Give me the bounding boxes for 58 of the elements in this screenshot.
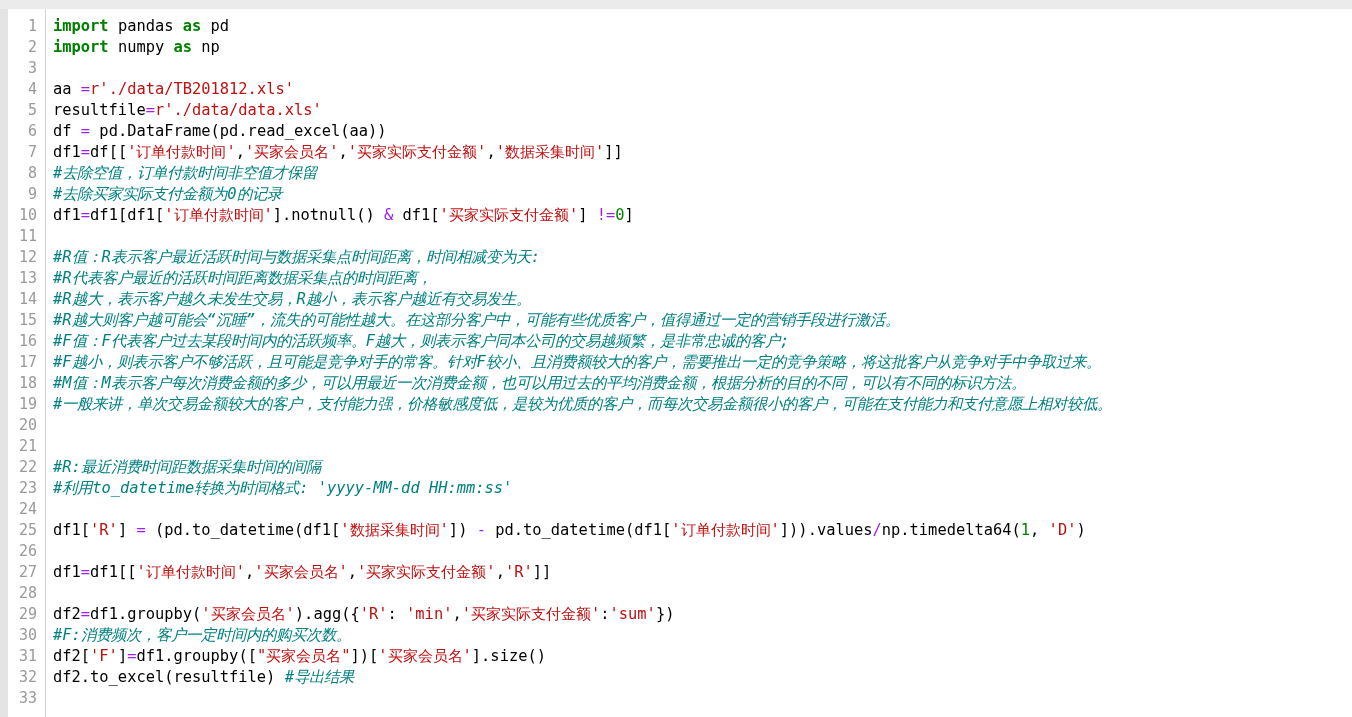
line-number: 10 <box>17 205 38 226</box>
code-line: df1=df[['订单付款时间','买家会员名','买家实际支付金额','数据采集时间']] <box>53 142 624 163</box>
code-line: #R越大则客户越可能会“沉睡”，流失的可能性越大。在这部分客户中，可能有些优质客户，值得通过一定的营销手段进行激活。 <box>53 310 902 331</box>
code-line: aa =r'./data/TB201812.xls' <box>53 79 295 100</box>
code-line: df1=df1[df1['订单付款时间'].notnull() & df1['买家实际支付金额'] !=0] <box>53 205 635 226</box>
code-line: df = pd.DataFrame(pd.read_excel(aa)) <box>53 121 388 142</box>
code-line: import numpy as np <box>53 37 221 58</box>
line-number: 20 <box>17 415 38 436</box>
line-number: 16 <box>17 331 38 352</box>
code-line: #R越大，表示客户越久未发生交易，R越小，表示客户越近有交易发生。 <box>53 289 532 310</box>
code-line: #一般来讲，单次交易金额较大的客户，支付能力强，价格敏感度低，是较为优质的客户，而每次交易金额很小的客户，可能在支付能力和支付意愿上相对较低。 <box>53 394 1114 415</box>
code-line: df1=df1[['订单付款时间','买家会员名','买家实际支付金额','R']] <box>53 562 553 583</box>
line-number: 17 <box>17 352 38 373</box>
code-line: #去除空值，订单付款时间非空值才保留 <box>53 163 319 184</box>
line-number: 6 <box>26 121 38 142</box>
line-number: 21 <box>17 436 38 457</box>
line-number: 15 <box>17 310 38 331</box>
code-line: #利用to_datetime转换为时间格式: 'yyyy-MM-dd HH:mm:ss' <box>53 478 514 499</box>
code-line: import pandas as pd <box>53 16 231 37</box>
code-line: df2.to_excel(resultfile) #导出结果 <box>53 667 356 688</box>
code-line: df2=df1.groupby('买家会员名').agg({'R': 'min','买家实际支付金额':'sum'}) <box>53 604 676 625</box>
line-number: 4 <box>26 79 38 100</box>
line-number: 26 <box>17 541 38 562</box>
code-line: #R:最近消费时间距数据采集时间的间隔 <box>53 457 1352 478</box>
line-number: 25 <box>17 520 38 541</box>
line-number: 33 <box>17 688 38 709</box>
line-number: 19 <box>17 394 38 415</box>
code-line: #去除买家实际支付金额为0的记录 <box>53 184 285 205</box>
line-number: 30 <box>17 625 38 646</box>
line-number: 31 <box>17 646 38 667</box>
code-line: resultfile=r'./data/data.xls' <box>53 100 323 121</box>
line-number: 7 <box>26 142 38 163</box>
code-line: #F越小，则表示客户不够活跃，且可能是竞争对手的常客。针对F较小、且消费额较大的客户，需要推出一定的竞争策略，将这批客户从竞争对手中争取过来。 <box>53 352 1102 373</box>
line-number: 1 <box>26 16 38 37</box>
line-number: 8 <box>26 163 38 184</box>
line-number: 23 <box>17 478 38 499</box>
line-number: 22 <box>17 457 38 478</box>
line-number: 24 <box>17 499 38 520</box>
code-line: #F值：F代表客户过去某段时间内的活跃频率。F越大，则表示客户同本公司的交易越频繁，是非常忠诚的客户; <box>53 331 791 352</box>
line-number: 13 <box>17 268 38 289</box>
line-number: 29 <box>17 604 38 625</box>
line-number: 18 <box>17 373 38 394</box>
code-line: #R代表客户最近的活跃时间距离数据采集点的时间距离， <box>53 268 433 289</box>
code-line: df2['F']=df1.groupby(["买家会员名"])['买家会员名'].size() <box>53 646 547 667</box>
line-number: 27 <box>17 562 38 583</box>
code-line: df1['R'] = (pd.to_datetime(df1['数据采集时间']) - pd.to_datetime(df1['订单付款时间'])).values/np.timedelta64(1, 'D') <box>53 520 1087 541</box>
code-line: #M值：M表示客户每次消费金额的多少，可以用最近一次消费金额，也可以用过去的平均消费金额，根据分析的目的不同，可以有不同的标识方法。 <box>53 373 1027 394</box>
line-number: 28 <box>17 583 38 604</box>
line-number: 32 <box>17 667 38 688</box>
line-number: 14 <box>17 289 38 310</box>
line-number: 3 <box>26 58 38 79</box>
line-number: 5 <box>26 100 38 121</box>
code-line: #R值：R表示客户最近活跃时间与数据采集点时间距离，时间相减变为天: <box>53 247 542 268</box>
code-line: #F:消费频次，客户一定时间内的购买次数。 <box>53 625 352 646</box>
line-number: 2 <box>26 37 38 58</box>
line-number: 9 <box>26 184 38 205</box>
line-number: 12 <box>17 247 38 268</box>
line-number: 11 <box>17 226 38 247</box>
